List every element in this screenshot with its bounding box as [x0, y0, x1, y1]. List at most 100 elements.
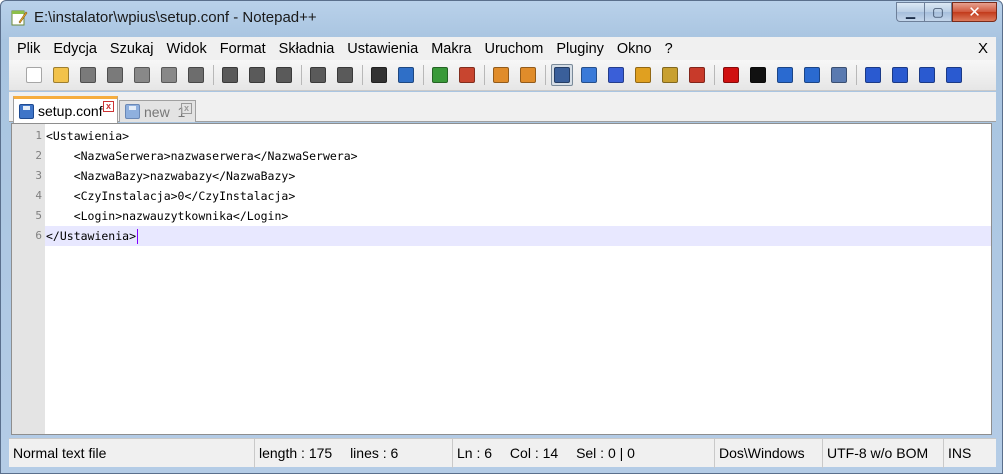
print-button[interactable] [185, 64, 207, 86]
paste-button[interactable] [273, 64, 295, 86]
function-list-button[interactable] [686, 64, 708, 86]
sync-vertical-icon [493, 67, 509, 83]
redo-button[interactable] [334, 64, 356, 86]
code-line[interactable]: <Login>nazwauzytkownika</Login> [45, 206, 991, 226]
code-text[interactable]: <Ustawienia> <NazwaSerwera>nazwaserwera<… [45, 126, 991, 246]
stop-macro-button[interactable] [747, 64, 769, 86]
menu-uruchom[interactable]: Uruchom [485, 41, 544, 57]
code-line[interactable]: <NazwaSerwera>nazwaserwera</NazwaSerwera… [45, 146, 991, 166]
toolbar-separator [362, 65, 363, 85]
save-all-button[interactable] [104, 64, 126, 86]
redo-icon [337, 67, 353, 83]
menu-pluginy[interactable]: Pluginy [556, 41, 604, 57]
show-all-chars-button[interactable] [578, 64, 600, 86]
zoom-out-icon [459, 67, 475, 83]
word-wrap-button[interactable] [551, 64, 573, 86]
window-title: E:\instalator\wpius\setup.conf - Notepad… [34, 9, 317, 26]
status-encoding[interactable]: UTF-8 w/o BOM [823, 439, 944, 468]
status-position: Ln : 6 Col : 14 Sel : 0 | 0 [453, 439, 715, 468]
save-macro-button[interactable] [828, 64, 850, 86]
current-code-line[interactable]: </Ustawienia> [45, 226, 991, 246]
code-line[interactable]: <Ustawienia> [45, 126, 991, 146]
tab-close-icon[interactable]: x [181, 103, 192, 114]
menu-help[interactable]: ? [665, 41, 673, 57]
close-all-icon [161, 67, 177, 83]
code-line[interactable]: <NazwaBazy>nazwabazy</NazwaBazy> [45, 166, 991, 186]
close-all-button[interactable] [158, 64, 180, 86]
user-lang-button[interactable] [632, 64, 654, 86]
menu-edycja[interactable]: Edycja [53, 41, 97, 57]
title-bar[interactable]: E:\instalator\wpius\setup.conf - Notepad… [1, 1, 1002, 35]
zoom-in-button[interactable] [429, 64, 451, 86]
undo-button[interactable] [307, 64, 329, 86]
zoom-out-button[interactable] [456, 64, 478, 86]
code-line[interactable]: <CzyInstalacja>0</CzyInstalacja> [45, 186, 991, 206]
sync-horizontal-icon [520, 67, 536, 83]
undo-icon [310, 67, 326, 83]
menu-ustawienia[interactable]: Ustawienia [347, 41, 418, 57]
line-number: 1 [35, 129, 42, 142]
open-file-button[interactable] [50, 64, 72, 86]
next-bookmark-icon [919, 67, 935, 83]
stop-macro-icon [750, 67, 766, 83]
tab-setup-conf[interactable]: setup.conf x [13, 96, 118, 123]
next-bookmark-button[interactable] [916, 64, 938, 86]
menu-skladnia[interactable]: Składnia [279, 41, 335, 57]
save-icon [80, 67, 96, 83]
sync-vertical-button[interactable] [490, 64, 512, 86]
prev-bookmark-icon [892, 67, 908, 83]
indent-guide-icon [608, 67, 624, 83]
unfold-all-button[interactable] [943, 64, 965, 86]
eol-text: Dos\Windows [719, 445, 805, 461]
menu-widok[interactable]: Widok [166, 41, 206, 57]
close-window-button[interactable]: ✕ [952, 2, 997, 22]
tab-close-icon[interactable]: x [103, 101, 114, 112]
tab-label: setup.conf [38, 103, 103, 119]
close-button[interactable] [131, 64, 153, 86]
fold-all-button[interactable] [862, 64, 884, 86]
menu-plik[interactable]: Plik [17, 41, 40, 57]
doc-map-button[interactable] [659, 64, 681, 86]
menu-okno[interactable]: Okno [617, 41, 652, 57]
caption-buttons: ▁ ▢ ✕ [896, 2, 997, 22]
close-document-button[interactable]: X [978, 40, 988, 57]
minimize-button[interactable]: ▁ [896, 2, 924, 22]
menu-bar: Plik Edycja Szukaj Widok Format Składnia… [9, 37, 996, 60]
toolbar-separator [545, 65, 546, 85]
replace-icon [398, 67, 414, 83]
toolbar-separator [423, 65, 424, 85]
encoding-text: UTF-8 w/o BOM [827, 445, 929, 461]
cut-icon [222, 67, 238, 83]
editor-area[interactable]: 1 2 3 4 5 6 <Ustawienia> <NazwaSerwera>n… [11, 123, 992, 435]
record-macro-button[interactable] [720, 64, 742, 86]
copy-button[interactable] [246, 64, 268, 86]
run-macro-multiple-icon [804, 67, 820, 83]
sel-text: Sel : 0 | 0 [576, 445, 635, 461]
doc-map-icon [662, 67, 678, 83]
tab-new-1[interactable]: new 1 x [119, 100, 196, 122]
status-mode[interactable]: INS [944, 439, 996, 468]
sync-horizontal-button[interactable] [517, 64, 539, 86]
status-eol[interactable]: Dos\Windows [715, 439, 823, 468]
col-text: Col : 14 [509, 445, 559, 461]
save-button[interactable] [77, 64, 99, 86]
paste-icon [276, 67, 292, 83]
menu-makra[interactable]: Makra [431, 41, 471, 57]
prev-bookmark-button[interactable] [889, 64, 911, 86]
open-file-icon [53, 67, 69, 83]
copy-icon [249, 67, 265, 83]
new-file-button[interactable] [23, 64, 45, 86]
menu-format[interactable]: Format [220, 41, 266, 57]
status-file-type: Normal text file [9, 439, 255, 468]
cut-button[interactable] [219, 64, 241, 86]
play-macro-button[interactable] [774, 64, 796, 86]
run-macro-multiple-button[interactable] [801, 64, 823, 86]
toolbar-separator [484, 65, 485, 85]
menu-szukaj[interactable]: Szukaj [110, 41, 154, 57]
file-type-text: Normal text file [13, 445, 107, 461]
ln-text: Ln : 6 [457, 445, 493, 461]
replace-button[interactable] [395, 64, 417, 86]
maximize-button[interactable]: ▢ [924, 2, 952, 22]
indent-guide-button[interactable] [605, 64, 627, 86]
find-button[interactable] [368, 64, 390, 86]
